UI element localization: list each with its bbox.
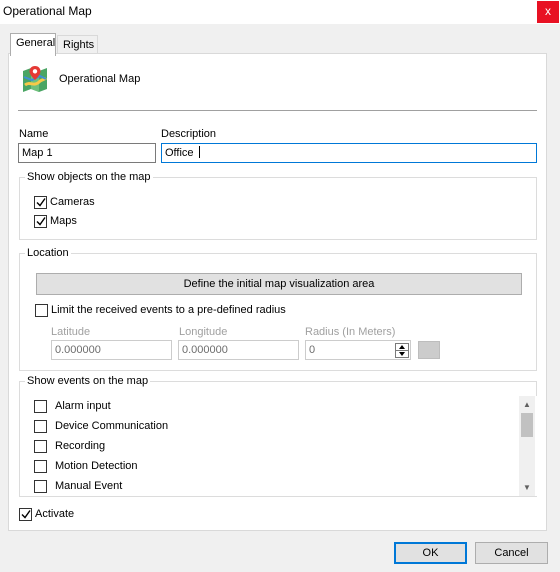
map-type-name: Operational Map [59,73,141,85]
arrow-down-icon [399,352,405,356]
header-divider [18,110,537,111]
cameras-label: Cameras [50,196,95,208]
maps-label: Maps [50,215,77,227]
event-label: Motion Detection [55,460,138,472]
event-label: Manual Event [55,480,123,492]
cancel-button[interactable]: Cancel [475,542,548,564]
show-events-title: Show events on the map [25,375,151,387]
stepper-up-button[interactable] [396,344,408,351]
event-checkbox[interactable] [34,400,47,413]
location-title: Location [25,247,71,259]
check-icon [36,198,46,207]
close-icon: x [545,4,551,18]
close-button[interactable]: x [537,1,559,23]
latitude-input[interactable]: 0.000000 [51,340,172,360]
event-checkbox[interactable] [34,480,47,493]
latitude-label: Latitude [51,326,91,338]
show-objects-group: Show objects on the map [19,171,537,240]
name-label: Name [19,128,49,140]
title-bar: Operational Map x [0,0,560,24]
radius-label: Radius (In Meters) [305,326,396,338]
radius-value: 0 [309,344,316,356]
events-list[interactable]: Alarm input Device Communication Recordi… [27,396,537,496]
events-scrollbar[interactable]: ▲ ▼ [519,396,535,496]
tab-general[interactable]: General [10,33,56,56]
define-area-label: Define the initial map visualization are… [183,278,375,290]
event-checkbox[interactable] [34,440,47,453]
cameras-checkbox[interactable] [34,196,47,209]
stepper-down-button[interactable] [396,351,408,358]
longitude-input[interactable]: 0.000000 [178,340,299,360]
event-label: Alarm input [55,400,111,412]
radius-color-button[interactable] [418,341,440,359]
event-label: Device Communication [55,420,169,432]
define-area-button[interactable]: Define the initial map visualization are… [36,273,522,295]
limit-radius-label: Limit the received events to a pre-defin… [51,304,286,316]
radius-stepper[interactable] [395,343,409,358]
event-checkbox[interactable] [34,460,47,473]
ok-button-label: OK [422,547,439,559]
tab-rights-label: Rights [63,39,95,51]
show-objects-title: Show objects on the map [25,171,153,183]
ok-button[interactable]: OK [394,542,467,564]
scroll-thumb[interactable] [521,413,533,437]
text-caret [198,146,200,158]
name-input[interactable]: Map 1 [18,143,156,163]
maps-checkbox[interactable] [34,215,47,228]
activate-checkbox[interactable] [19,508,32,521]
longitude-value: 0.000000 [182,344,228,356]
limit-radius-checkbox[interactable] [35,304,48,317]
event-checkbox[interactable] [34,420,47,433]
longitude-label: Longitude [179,326,228,338]
check-icon [36,217,46,226]
tab-rights[interactable]: Rights [57,35,98,55]
cancel-button-label: Cancel [494,547,529,559]
map-icon [23,66,48,92]
check-icon [21,510,31,519]
activate-label: Activate [35,508,75,520]
description-input-value: Office [165,147,197,159]
tab-general-label: General [16,37,56,49]
latitude-value: 0.000000 [55,344,101,356]
scroll-down-icon[interactable]: ▼ [523,483,531,493]
arrow-up-icon [399,345,405,349]
window-title: Operational Map [3,4,92,18]
description-label: Description [161,128,217,140]
description-input[interactable]: Office [161,143,537,163]
event-label: Recording [55,440,106,452]
scroll-up-icon[interactable]: ▲ [523,400,531,410]
name-input-value: Map 1 [22,147,53,159]
